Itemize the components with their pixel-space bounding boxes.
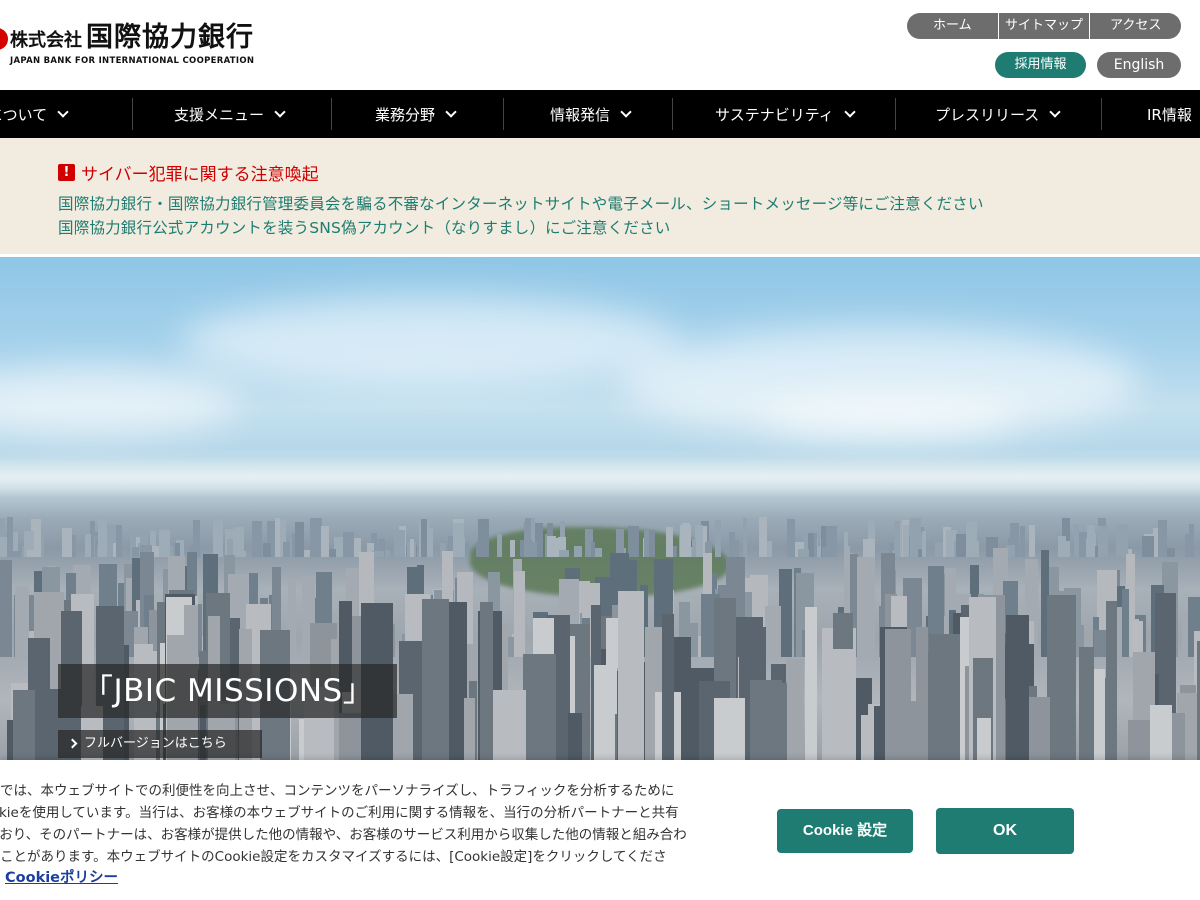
nav-divider [503, 98, 504, 130]
warning-icon: ! [58, 164, 75, 181]
full-version-link[interactable]: フルバージョンはこちら [58, 730, 262, 758]
nav-item-press-releases[interactable]: プレスリリース [935, 90, 1061, 138]
building-shape [805, 607, 818, 760]
building-shape [976, 718, 991, 760]
building-shape [1149, 705, 1173, 760]
chevron-down-icon [57, 105, 69, 118]
nav-label: 業務分野 [375, 105, 436, 124]
alert-link-fake-sites[interactable]: 国際協力銀行・国際協力銀行管理委員会を騙る不審なインターネットサイトや電子メール… [58, 192, 984, 214]
chevron-right-icon [67, 738, 78, 749]
building-shape [422, 599, 449, 760]
nav-divider [132, 98, 133, 130]
nav-label: 支援メニュー [174, 105, 265, 124]
cookie-line: しており、そのパートナーは、お客様が提供した他の情報や、お客様のサービス利用から… [0, 827, 687, 843]
building-shape [1005, 614, 1029, 760]
building-shape [492, 690, 526, 760]
cloud-shape [0, 367, 240, 437]
chevron-down-icon [445, 105, 457, 118]
logo-name: 国際協力銀行 [86, 22, 254, 53]
logo-text: 株式会社 国際協力銀行 JAPAN BANK FOR INTERNATIONAL… [10, 24, 254, 66]
building-shape [523, 654, 556, 760]
logo-prefix: 株式会社 [10, 30, 82, 51]
alert-link-fake-sns[interactable]: 国際協力銀行公式アカウントを装うSNS偽アカウント（なりすまし）にご注意ください [58, 216, 670, 238]
nav-divider [672, 98, 673, 130]
logo-mark-icon [0, 28, 8, 50]
page: 株式会社 国際協力銀行 JAPAN BANK FOR INTERNATIONAL… [0, 0, 1200, 900]
building-shape [568, 712, 583, 760]
building-shape [464, 698, 475, 760]
cookie-message: 当行では、本ウェブサイトでの利便性を向上させ、コンテンツをパーソナライズし、トラ… [0, 780, 740, 870]
nav-item-sustainability[interactable]: サステナビリティ [715, 90, 856, 138]
building-shape [1078, 647, 1095, 760]
building-shape [885, 628, 911, 760]
cookie-line: Cookieを使用しています。当行は、お客様の本ウェブサイトのご利用に関する情報… [0, 805, 679, 821]
english-button[interactable]: English [1097, 52, 1181, 78]
nav-divider [895, 98, 896, 130]
nav-label: プレスリリース [935, 105, 1040, 124]
alert-title-text: サイバー犯罪に関する注意喚起 [81, 165, 319, 185]
util-link-sitemap[interactable]: サイトマップ [997, 13, 1090, 39]
nav-divider [331, 98, 332, 130]
building-shape [661, 614, 675, 760]
nav-label: IR情報 [1147, 105, 1192, 124]
building-shape [13, 690, 35, 760]
site-logo[interactable]: 株式会社 国際協力銀行 JAPAN BANK FOR INTERNATIONAL… [0, 24, 254, 66]
building-shape [1128, 719, 1152, 760]
nav-label: サステナビリティ [715, 105, 834, 124]
cookie-line: 当行では、本ウェブサイトでの利便性を向上させ、コンテンツをパーソナライズし、トラ… [0, 783, 675, 799]
logo-japanese: 株式会社 国際協力銀行 [10, 24, 254, 51]
util-link-home[interactable]: ホーム [907, 13, 998, 39]
chevron-down-icon [1049, 105, 1061, 118]
cookie-policy-link[interactable]: Cookieポリシー [5, 866, 118, 887]
building-shape [714, 697, 746, 760]
nav-item-ir[interactable]: IR情報 [1147, 90, 1192, 138]
hero-caption: 「JBIC MISSIONS」 [58, 664, 397, 718]
building-shape [1046, 595, 1076, 760]
logo-english: JAPAN BANK FOR INTERNATIONAL COOPERATION [10, 56, 255, 66]
nav-item-information[interactable]: 情報発信 [550, 90, 632, 138]
chevron-down-icon [844, 105, 856, 118]
full-version-label: フルバージョンはこちら [84, 736, 227, 751]
recruit-button[interactable]: 採用情報 [995, 52, 1086, 78]
cookie-ok-button[interactable]: OK [936, 808, 1074, 854]
util-link-access[interactable]: アクセス [1089, 13, 1181, 39]
cloud-shape [760, 397, 1020, 437]
cloud-shape [180, 297, 680, 387]
building-shape [617, 591, 644, 760]
nav-item-support-menu[interactable]: 支援メニュー [174, 90, 286, 138]
nav-label: JBICについて [0, 105, 48, 124]
nav-item-about[interactable]: JBICについて [0, 90, 69, 138]
building-shape [480, 601, 493, 760]
nav-divider [1101, 98, 1102, 130]
cookie-line: せることがあります。本ウェブサイトのCookie設定をカスタマイズするには、[C… [0, 849, 667, 865]
building-shape [594, 665, 617, 760]
utility-nav: ホーム サイトマップ アクセス [907, 13, 1181, 39]
building-shape [829, 648, 854, 760]
building-shape [750, 679, 783, 760]
nav-item-business-fields[interactable]: 業務分野 [375, 90, 457, 138]
alert-title: ! サイバー犯罪に関する注意喚起 [58, 160, 319, 185]
cookie-settings-button[interactable]: Cookie 設定 [777, 809, 913, 853]
main-nav: JBICについて 支援メニュー 業務分野 情報発信 サステナビリティ プレスリリ… [0, 90, 1200, 138]
chevron-down-icon [620, 105, 632, 118]
building-shape [785, 659, 805, 760]
chevron-down-icon [274, 105, 286, 118]
building-shape [916, 627, 929, 760]
site-header: 株式会社 国際協力銀行 JAPAN BANK FOR INTERNATIONAL… [0, 0, 1200, 90]
nav-label: 情報発信 [550, 105, 611, 124]
